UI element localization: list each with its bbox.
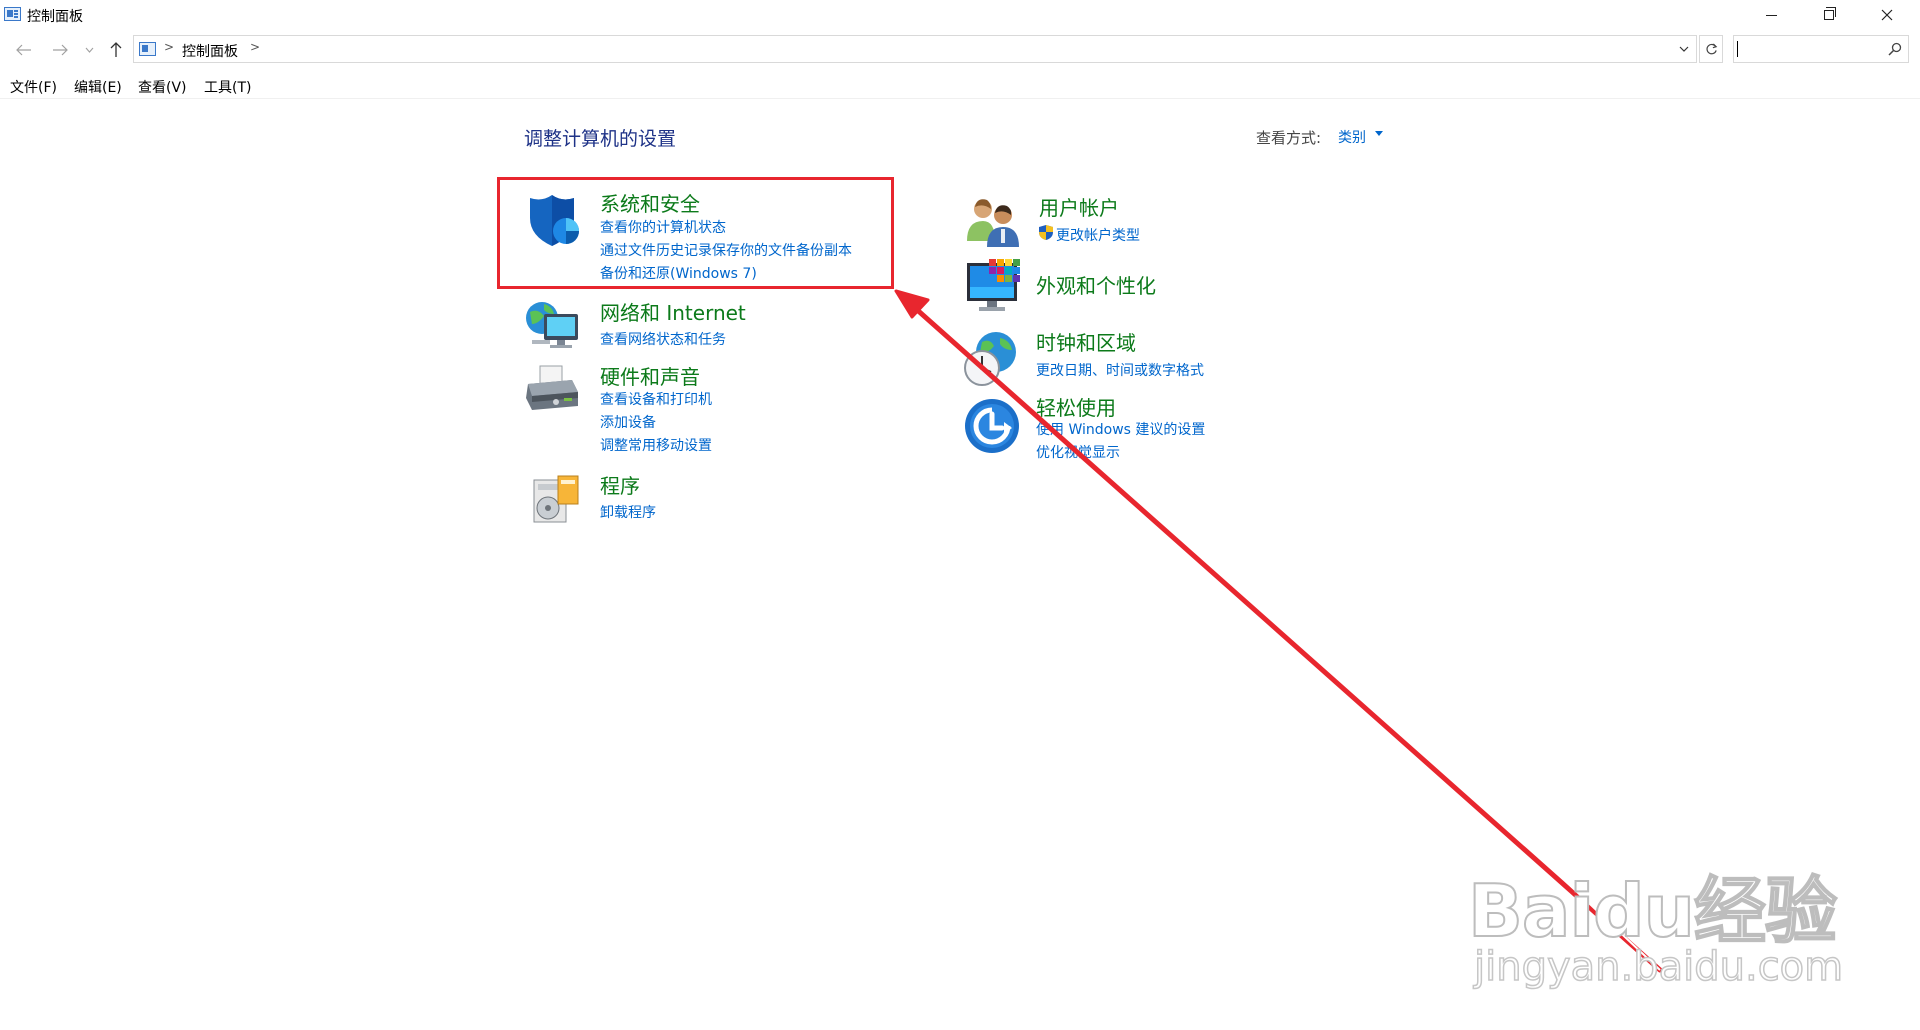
arrow-right-icon: [53, 44, 68, 56]
refresh-icon: [1705, 43, 1717, 54]
watermark-url: jingyan.baidu.com: [1473, 943, 1844, 991]
minimize-button[interactable]: [1748, 0, 1794, 30]
control-panel-icon: [4, 7, 21, 21]
network-icon[interactable]: [524, 296, 580, 352]
search-input[interactable]: [1733, 35, 1909, 63]
address-bar[interactable]: > 控制面板 >: [133, 35, 1697, 63]
navigation-bar: > 控制面板 >: [0, 32, 1920, 68]
arrow-left-icon: [16, 44, 31, 56]
arrow-up-icon: [110, 42, 122, 57]
menu-file[interactable]: 文件(F): [10, 77, 57, 97]
close-button[interactable]: [1864, 0, 1910, 30]
category-ease-of-access[interactable]: 轻松使用: [1036, 392, 1116, 421]
chevron-down-icon[interactable]: [1375, 131, 1383, 136]
link-optimize-visual-display[interactable]: 优化视觉显示: [1036, 442, 1120, 462]
menu-edit[interactable]: 编辑(E): [74, 77, 122, 97]
link-network-status-tasks[interactable]: 查看网络状态和任务: [600, 329, 726, 349]
text-caret: [1737, 41, 1738, 57]
link-add-device[interactable]: 添加设备: [600, 412, 656, 432]
link-change-account-type[interactable]: 更改帐户类型: [1056, 225, 1140, 245]
link-devices-printers[interactable]: 查看设备和打印机: [600, 389, 712, 409]
menu-bar: 文件(F) 编辑(E) 查看(V) 工具(T): [0, 74, 1920, 99]
watermark-logo: Baidu经验: [1467, 868, 1838, 954]
back-button[interactable]: [10, 32, 38, 68]
link-mobility-settings[interactable]: 调整常用移动设置: [600, 435, 712, 455]
view-by-label: 查看方式:: [1256, 129, 1322, 147]
minimize-icon: [1765, 14, 1777, 16]
page-title: 调整计算机的设置: [524, 128, 677, 150]
link-uninstall-program[interactable]: 卸载程序: [600, 502, 656, 522]
window-title: 控制面板: [27, 9, 83, 25]
category-hardware-sound[interactable]: 硬件和声音: [600, 361, 700, 390]
clock-globe-icon[interactable]: [962, 330, 1018, 386]
search-icon[interactable]: [1888, 42, 1902, 56]
accessibility-icon[interactable]: [964, 398, 1020, 454]
address-history-button[interactable]: [1672, 36, 1696, 62]
control-panel-icon: [139, 42, 156, 56]
view-by-dropdown[interactable]: 类别: [1338, 127, 1366, 147]
refresh-button[interactable]: [1699, 35, 1723, 63]
breadcrumb-control-panel[interactable]: 控制面板: [182, 41, 238, 61]
users-icon[interactable]: [965, 193, 1021, 249]
recent-locations-button[interactable]: [80, 32, 98, 68]
category-clock-region[interactable]: 时钟和区域: [1036, 327, 1136, 356]
link-recommended-settings[interactable]: 使用 Windows 建议的设置: [1036, 419, 1205, 439]
link-change-date-time-format[interactable]: 更改日期、时间或数字格式: [1036, 360, 1204, 380]
printer-icon[interactable]: [524, 362, 580, 418]
monitor-palette-icon[interactable]: [965, 257, 1021, 313]
chevron-down-icon: [1679, 46, 1689, 52]
breadcrumb-chevron-icon[interactable]: >: [250, 40, 260, 54]
programs-icon[interactable]: [528, 472, 584, 528]
category-appearance-personalization[interactable]: 外观和个性化: [1036, 270, 1156, 299]
uac-shield-icon: [1039, 225, 1053, 240]
restore-icon: [1824, 7, 1836, 20]
annotation-highlight-box: [497, 177, 894, 289]
close-icon: [1881, 9, 1893, 21]
category-network-internet[interactable]: 网络和 Internet: [600, 297, 746, 326]
menu-tools[interactable]: 工具(T): [204, 77, 251, 97]
chevron-down-icon: [85, 47, 93, 53]
forward-button[interactable]: [46, 32, 74, 68]
title-bar: 控制面板: [0, 0, 1920, 30]
restore-button[interactable]: [1806, 0, 1852, 30]
breadcrumb-chevron-icon[interactable]: >: [164, 40, 174, 54]
category-programs[interactable]: 程序: [600, 470, 640, 499]
menu-view[interactable]: 查看(V): [138, 77, 187, 97]
category-user-accounts[interactable]: 用户帐户: [1039, 192, 1119, 221]
up-button[interactable]: [102, 32, 130, 68]
